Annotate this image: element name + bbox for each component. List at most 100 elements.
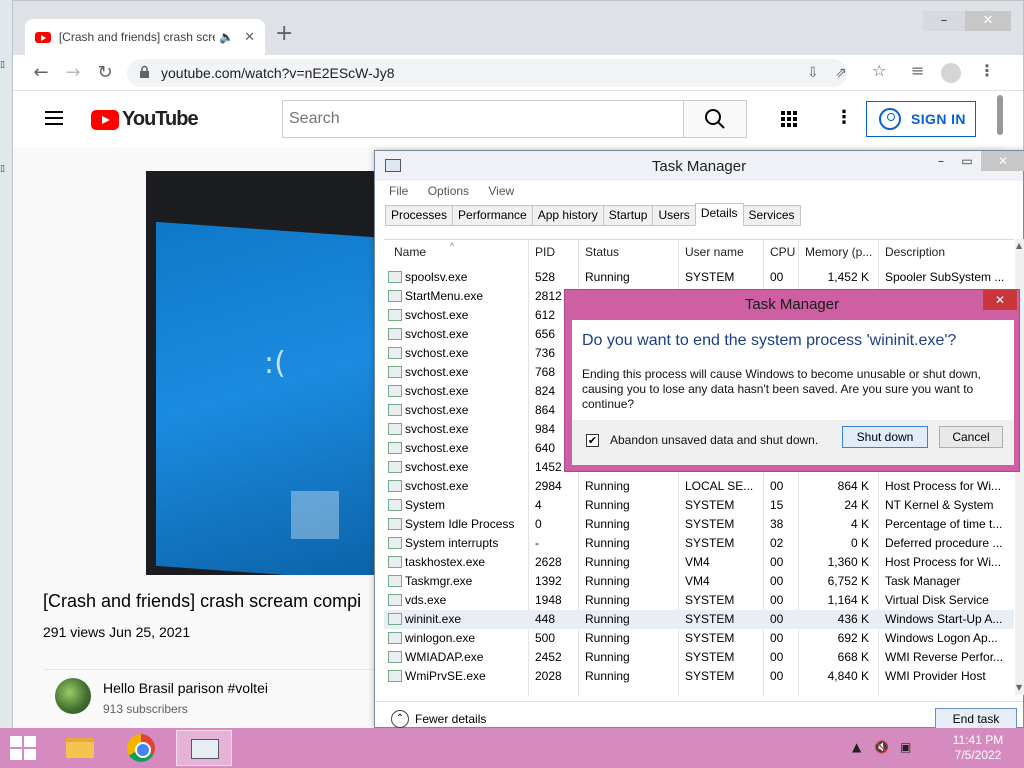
channel-row: Hello Brasil parison #voltei 913 subscri… <box>43 669 383 729</box>
close-window-button[interactable]: ✕ <box>965 11 1011 31</box>
tab-close-icon[interactable]: ✕ <box>244 30 255 45</box>
network-icon[interactable]: ▣ <box>900 740 911 754</box>
column-header-status[interactable]: Status <box>585 240 619 264</box>
show-hidden-icons-icon[interactable]: ▲ <box>852 740 861 754</box>
profile-avatar-icon[interactable] <box>941 63 961 83</box>
tab-details[interactable]: Details <box>694 203 744 226</box>
tab-startup[interactable]: Startup <box>602 205 654 226</box>
table-row[interactable]: vds.exe 1948 Running SYSTEM 00 1,164 K Virtual… <box>384 591 1014 610</box>
process-icon <box>388 632 402 644</box>
volume-muted-icon[interactable]: 🔇 <box>874 740 889 754</box>
sad-face-icon: :( <box>264 346 286 381</box>
menu-file[interactable]: File <box>389 184 408 198</box>
task-manager-taskbar-button[interactable] <box>176 730 232 766</box>
chrome-menu-icon[interactable]: ⋮ <box>979 61 995 80</box>
table-row[interactable]: WmiPrvSE.exe 2028 Running SYSTEM 00 4,840 K WM… <box>384 667 1014 686</box>
table-row[interactable]: svchost.exe 2984 Running LOCAL SE... 00 864 K… <box>384 477 1014 496</box>
forward-arrow-icon[interactable]: → <box>61 61 85 85</box>
desktop-shortcut-icon[interactable]: ▯ <box>0 60 12 72</box>
system-clock[interactable]: 11:41 PM 7/5/2022 <box>948 733 1008 763</box>
tab-app-history[interactable]: App history <box>531 205 604 226</box>
fewer-details-button[interactable]: ⌃ Fewer details <box>391 710 486 728</box>
column-header-description[interactable]: Description <box>885 240 945 264</box>
column-header-user[interactable]: User name <box>685 240 744 264</box>
table-row[interactable]: winlogon.exe 500 Running SYSTEM 00 692 K Windo… <box>384 629 1014 648</box>
process-name-text: svchost.exe <box>405 403 469 417</box>
table-row[interactable]: System 4 Running SYSTEM 15 24 K NT Kernel & Sy… <box>384 496 1014 515</box>
hamburger-menu-icon[interactable] <box>45 111 63 125</box>
channel-avatar[interactable] <box>55 678 91 714</box>
apps-grid-icon[interactable] <box>781 111 797 127</box>
process-icon <box>388 366 402 378</box>
process-name-text: WmiPrvSE.exe <box>405 669 486 683</box>
column-header-memory[interactable]: Memory (p... <box>805 240 872 264</box>
chrome-taskbar-button[interactable] <box>114 730 170 766</box>
sign-in-button[interactable]: SIGN IN <box>866 101 976 137</box>
menu-view[interactable]: View <box>488 184 514 198</box>
process-icon <box>388 271 402 283</box>
windows-start-icon[interactable] <box>10 736 36 760</box>
qr-code-icon <box>291 491 339 539</box>
tab-services[interactable]: Services <box>742 205 801 226</box>
process-description: Host Process for Wi... <box>885 479 1002 493</box>
settings-kebab-icon[interactable]: ⋮ <box>835 107 853 128</box>
table-row[interactable]: System Idle Process 0 Running SYSTEM 38 4 K Pe… <box>384 515 1014 534</box>
table-row[interactable]: taskhostex.exe 2628 Running VM4 00 1,360 K Hos… <box>384 553 1014 572</box>
install-icon[interactable]: ⇩ <box>807 65 819 81</box>
file-explorer-button[interactable] <box>52 730 108 766</box>
column-header-name[interactable]: Name <box>394 240 426 264</box>
browser-tab[interactable]: [Crash and friends] crash scre 🔈 ✕ <box>25 19 265 55</box>
channel-name[interactable]: Hello Brasil parison #voltei <box>103 680 268 696</box>
search-button[interactable] <box>683 100 747 138</box>
new-tab-button[interactable]: + <box>275 23 293 45</box>
share-icon[interactable]: ⇗ <box>835 65 847 81</box>
process-name-text: WMIADAP.exe <box>405 650 484 664</box>
column-header-pid[interactable]: PID <box>535 240 555 264</box>
reload-icon[interactable]: ↻ <box>93 61 117 85</box>
scroll-up-icon[interactable]: ▲ <box>1016 241 1022 250</box>
tab-performance[interactable]: Performance <box>452 205 533 226</box>
clock-time: 11:41 PM <box>952 733 1004 747</box>
minimize-button[interactable]: – <box>923 11 965 31</box>
menu-options[interactable]: Options <box>428 184 469 198</box>
table-row[interactable]: Taskmgr.exe 1392 Running VM4 00 6,752 K Task M… <box>384 572 1014 591</box>
maximize-icon[interactable]: ▭ <box>957 151 977 171</box>
table-row[interactable]: wininit.exe 448 Running SYSTEM 00 436 K Window… <box>384 610 1014 629</box>
minimize-icon[interactable]: – <box>931 151 951 171</box>
search-field[interactable] <box>282 100 684 138</box>
tab-users[interactable]: Users <box>652 205 696 226</box>
process-name-text: vds.exe <box>405 593 447 607</box>
abandon-data-checkbox[interactable]: ✔ <box>586 434 599 447</box>
table-row[interactable]: spoolsv.exe 528 Running SYSTEM 00 1,452 K Spoo… <box>384 268 1014 287</box>
address-bar[interactable]: youtube.com/watch?v=nE2EScW-Jy8 ⇩ ⇗ <box>127 59 847 87</box>
speaker-icon[interactable]: 🔈 <box>219 30 234 44</box>
process-icon <box>388 309 402 321</box>
process-name-text: wininit.exe <box>405 612 462 626</box>
close-icon[interactable]: ✕ <box>981 151 1024 171</box>
scroll-down-icon[interactable]: ▼ <box>1016 683 1022 692</box>
dialog-close-icon[interactable]: ✕ <box>983 290 1017 310</box>
tab-processes[interactable]: Processes <box>385 205 454 226</box>
shut-down-button[interactable]: Shut down <box>842 426 928 448</box>
media-control-icon[interactable]: ≡ <box>911 61 924 80</box>
process-description: Task Manager <box>885 574 961 588</box>
cancel-button[interactable]: Cancel <box>939 426 1003 448</box>
end-task-button[interactable]: End task <box>935 708 1017 730</box>
column-header-cpu[interactable]: CPU <box>770 240 795 264</box>
process-icon <box>388 423 402 435</box>
bookmark-star-icon[interactable]: ☆ <box>872 61 886 80</box>
back-arrow-icon[interactable]: ← <box>29 61 53 85</box>
youtube-header: YouTube ⋮ SIGN IN <box>13 91 1003 147</box>
search-input[interactable] <box>283 101 663 137</box>
page-scrollbar[interactable] <box>997 95 1003 135</box>
table-row[interactable]: System interrupts - Running SYSTEM 02 0 K Defe… <box>384 534 1014 553</box>
video-player[interactable]: :( <box>146 171 386 575</box>
end-process-dialog: Task Manager ✕ Do you want to end the sy… <box>564 289 1020 472</box>
process-name: winlogon.exe <box>388 629 526 648</box>
process-name-text: svchost.exe <box>405 346 469 360</box>
youtube-logo[interactable]: YouTube <box>91 108 199 131</box>
table-row[interactable]: WMIADAP.exe 2452 Running SYSTEM 00 668 K WMI R… <box>384 648 1014 667</box>
abandon-data-label[interactable]: Abandon unsaved data and shut down. <box>610 433 818 447</box>
process-name-text: svchost.exe <box>405 384 469 398</box>
desktop-shortcut-icon[interactable]: ▯ <box>0 164 12 176</box>
